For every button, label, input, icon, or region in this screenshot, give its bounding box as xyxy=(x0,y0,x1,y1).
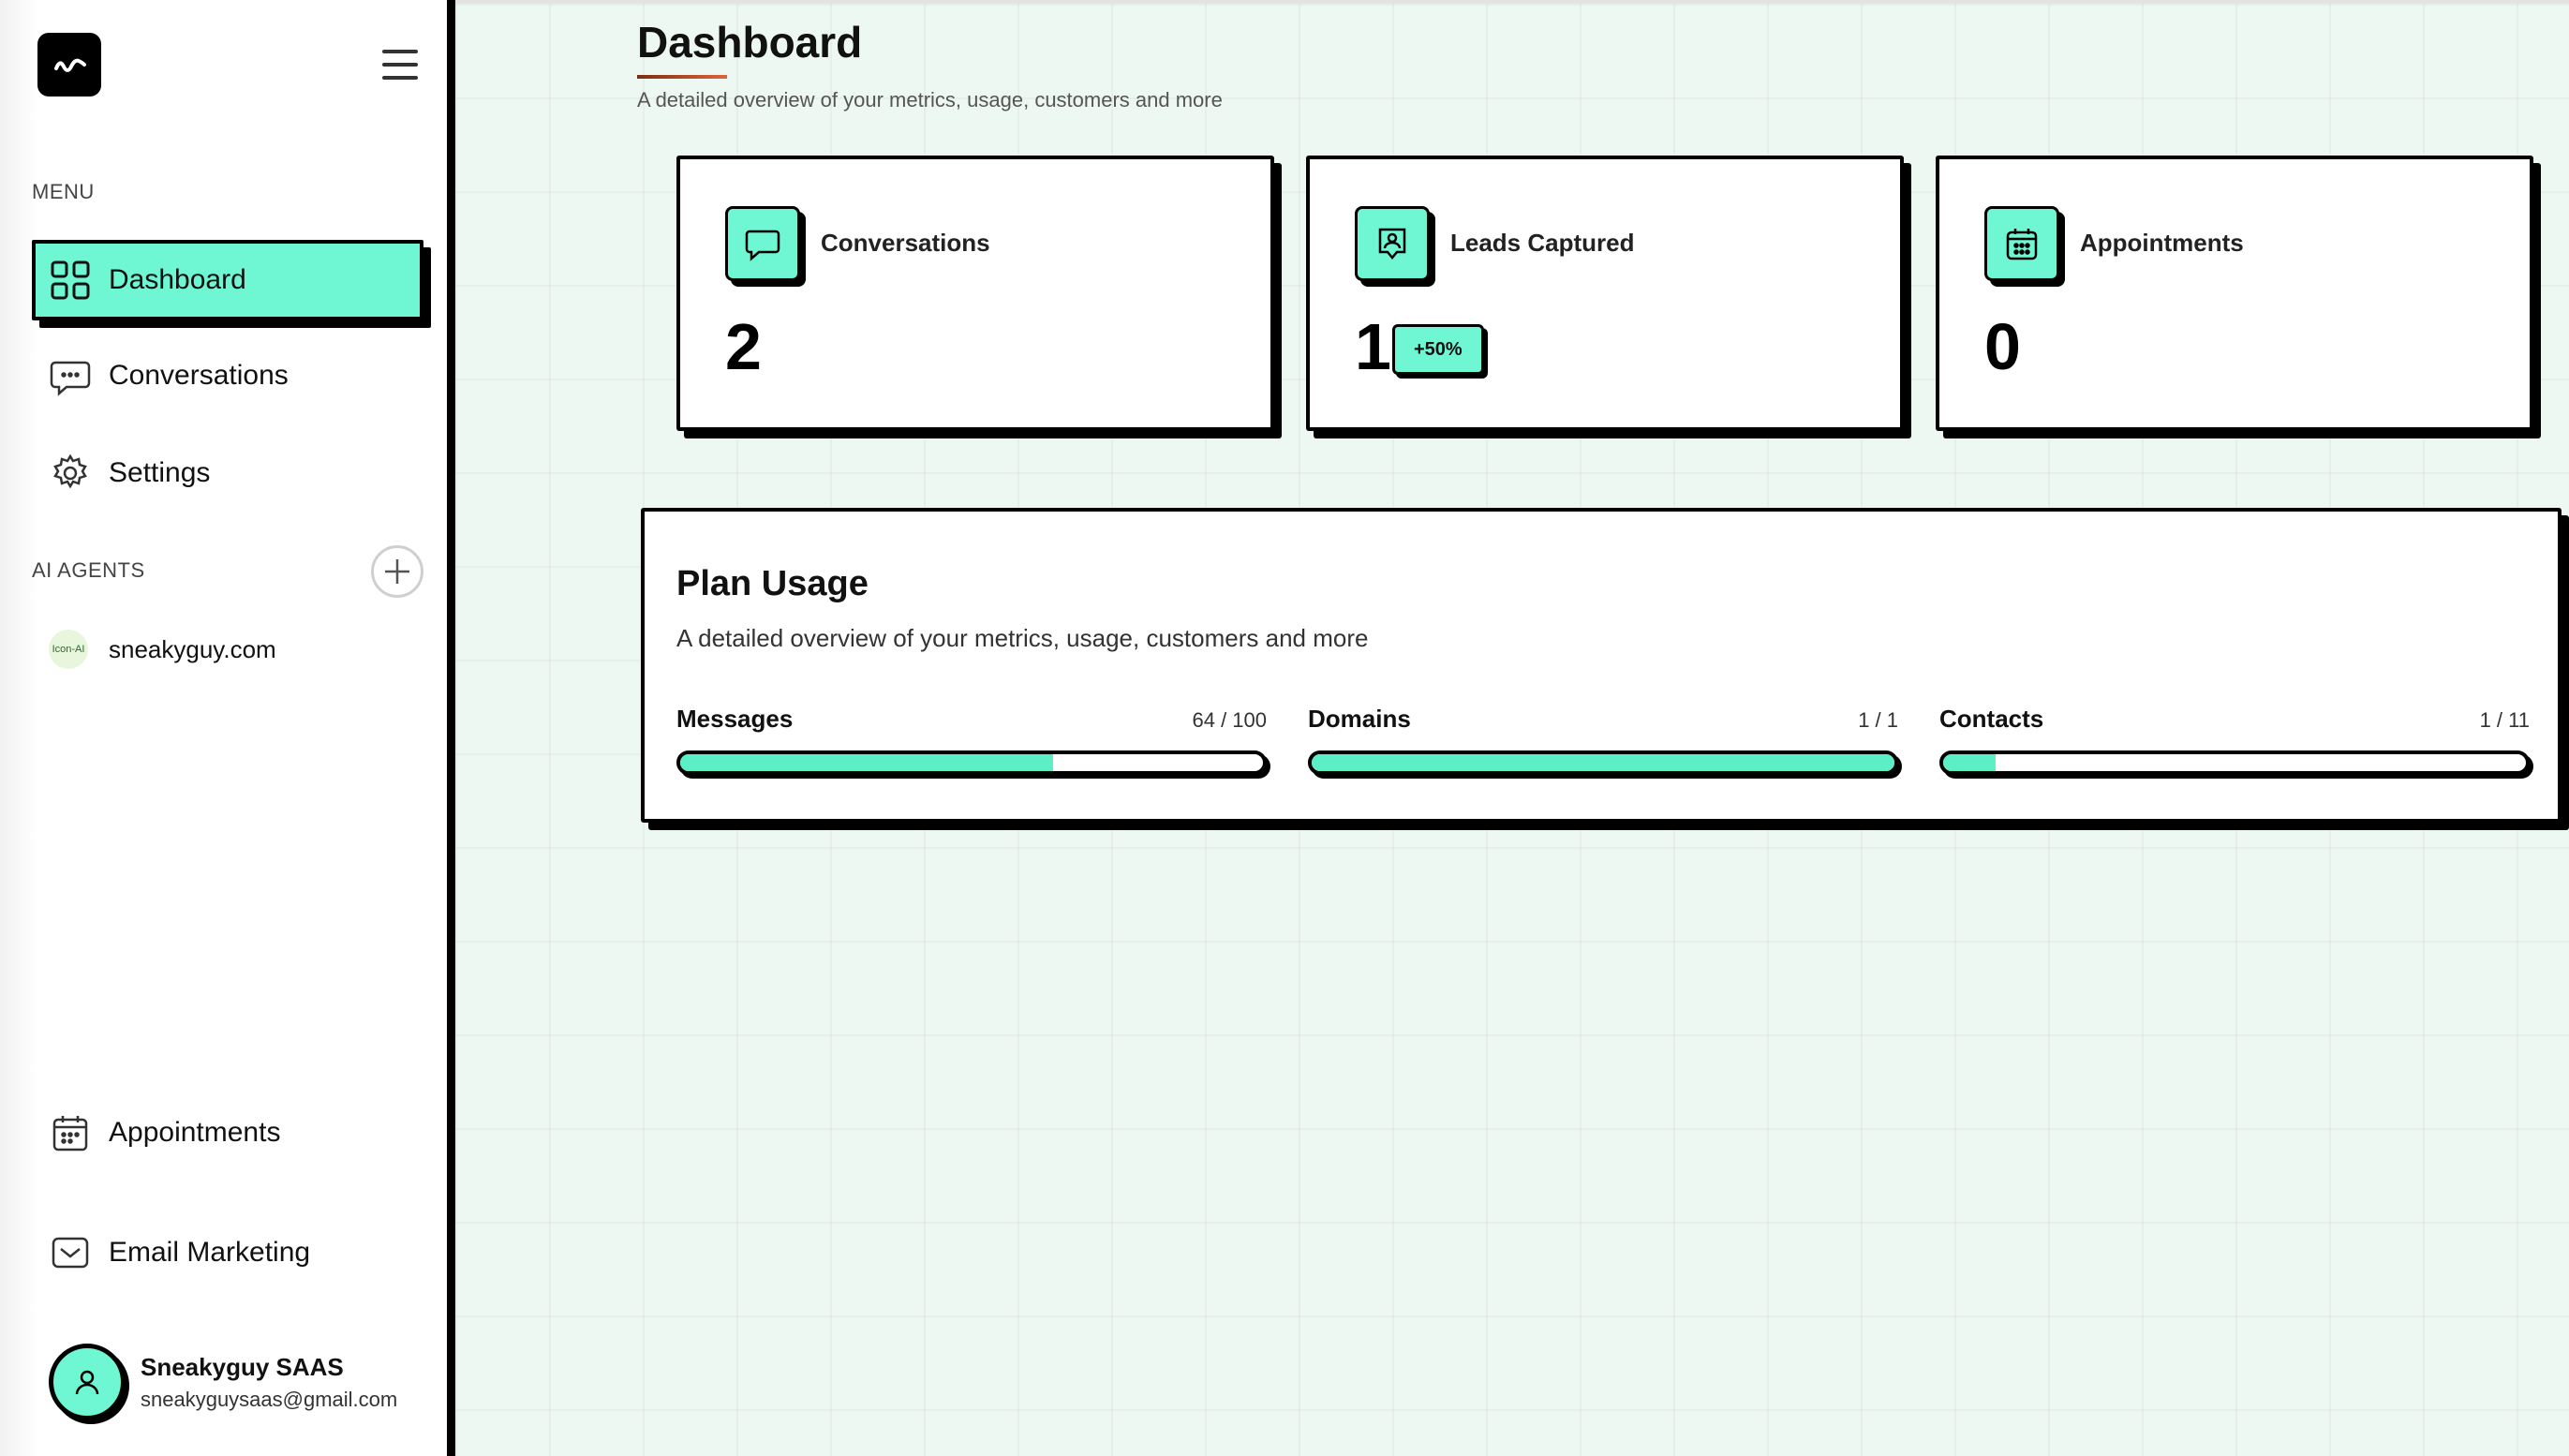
chat-bubble-icon xyxy=(49,354,92,397)
sidebar-item-settings[interactable]: Settings xyxy=(32,433,423,513)
user-name: Sneakyguy SAAS xyxy=(141,1352,344,1381)
progress-fill xyxy=(680,754,1054,771)
meter-label: Domains xyxy=(1308,705,1411,733)
meter-label: Messages xyxy=(676,705,794,733)
stat-card-conversations: Conversations 2 xyxy=(676,156,1274,431)
title-underline xyxy=(637,75,727,79)
sidebar-item-appointments[interactable]: Appointments xyxy=(32,1092,423,1173)
stat-value: 2 xyxy=(725,310,762,383)
stat-value: 1 xyxy=(1355,310,1391,383)
waveform-icon xyxy=(54,58,86,72)
user-avatar xyxy=(49,1344,126,1420)
sidebar-item-label: Dashboard xyxy=(109,264,246,295)
progress-track xyxy=(1939,750,2530,775)
plus-icon xyxy=(385,559,409,584)
sidebar-item-label: Settings xyxy=(109,457,211,488)
usage-meter-contacts: Contacts 1 / 11 xyxy=(1939,705,2530,775)
stat-card-leads: Leads Captured 1 +50% xyxy=(1306,156,1904,431)
sidebar-item-label: Conversations xyxy=(109,360,289,391)
stat-card-appointments: Appointments 0 xyxy=(1936,156,2533,431)
mail-icon xyxy=(49,1231,92,1274)
plan-usage-card: Plan Usage A detailed overview of your m… xyxy=(641,508,2562,823)
sidebar-item-email-marketing[interactable]: Email Marketing xyxy=(32,1212,423,1293)
sidebar: MENU Dashboard Conversations Settings AI… xyxy=(0,0,455,1456)
meter-count: 64 / 100 xyxy=(1192,708,1267,732)
user-badge-icon xyxy=(1355,206,1430,281)
app-root: MENU Dashboard Conversations Settings AI… xyxy=(0,0,2569,1456)
sidebar-item-label: Email Marketing xyxy=(109,1237,311,1268)
progress-track xyxy=(676,750,1267,775)
stat-label: Appointments xyxy=(2080,229,2244,257)
ai-agents-section-label: AI AGENTS xyxy=(32,558,145,582)
meter-count: 1 / 11 xyxy=(2479,708,2530,732)
message-square-icon xyxy=(725,206,800,281)
progress-track xyxy=(1308,750,1898,775)
menu-section-label: MENU xyxy=(32,180,95,203)
stat-label: Leads Captured xyxy=(1450,229,1635,257)
sidebar-item-dashboard[interactable]: Dashboard xyxy=(32,240,423,320)
sidebar-item-label: Appointments xyxy=(109,1117,281,1148)
usage-meter-domains: Domains 1 / 1 xyxy=(1308,705,1898,775)
calendar-icon xyxy=(1984,206,2059,281)
plan-usage-title: Plan Usage xyxy=(676,564,869,603)
sidebar-item-conversations[interactable]: Conversations xyxy=(32,335,423,416)
user-icon xyxy=(75,1370,99,1395)
gear-icon xyxy=(49,452,92,495)
main-content: Dashboard A detailed overview of your me… xyxy=(455,0,2569,1456)
meter-label: Contacts xyxy=(1939,705,2044,733)
add-agent-button[interactable] xyxy=(371,545,423,598)
stat-value: 0 xyxy=(1984,310,2021,383)
agent-avatar: Icon-AI xyxy=(49,630,88,669)
page-title: Dashboard xyxy=(637,18,863,67)
growth-badge: +50% xyxy=(1392,324,1484,375)
progress-fill xyxy=(1312,754,1894,771)
grid-icon xyxy=(49,259,92,302)
user-profile[interactable]: Sneakyguy SAAS sneakyguysaas@gmail.com xyxy=(49,1344,397,1420)
meter-count: 1 / 1 xyxy=(1858,708,1898,732)
menu-toggle-button[interactable] xyxy=(382,50,418,80)
app-logo[interactable] xyxy=(37,33,101,97)
calendar-icon xyxy=(49,1111,92,1154)
plan-usage-subtitle: A detailed overview of your metrics, usa… xyxy=(676,624,1369,652)
user-email: sneakyguysaas@gmail.com xyxy=(141,1387,398,1411)
progress-fill xyxy=(1943,754,1996,771)
page-subtitle: A detailed overview of your metrics, usa… xyxy=(637,88,1223,111)
usage-meter-messages: Messages 64 / 100 xyxy=(676,705,1267,775)
agent-name: sneakyguy.com xyxy=(109,634,276,663)
stat-label: Conversations xyxy=(821,229,990,257)
agent-item[interactable]: Icon-AI sneakyguy.com xyxy=(49,630,276,669)
